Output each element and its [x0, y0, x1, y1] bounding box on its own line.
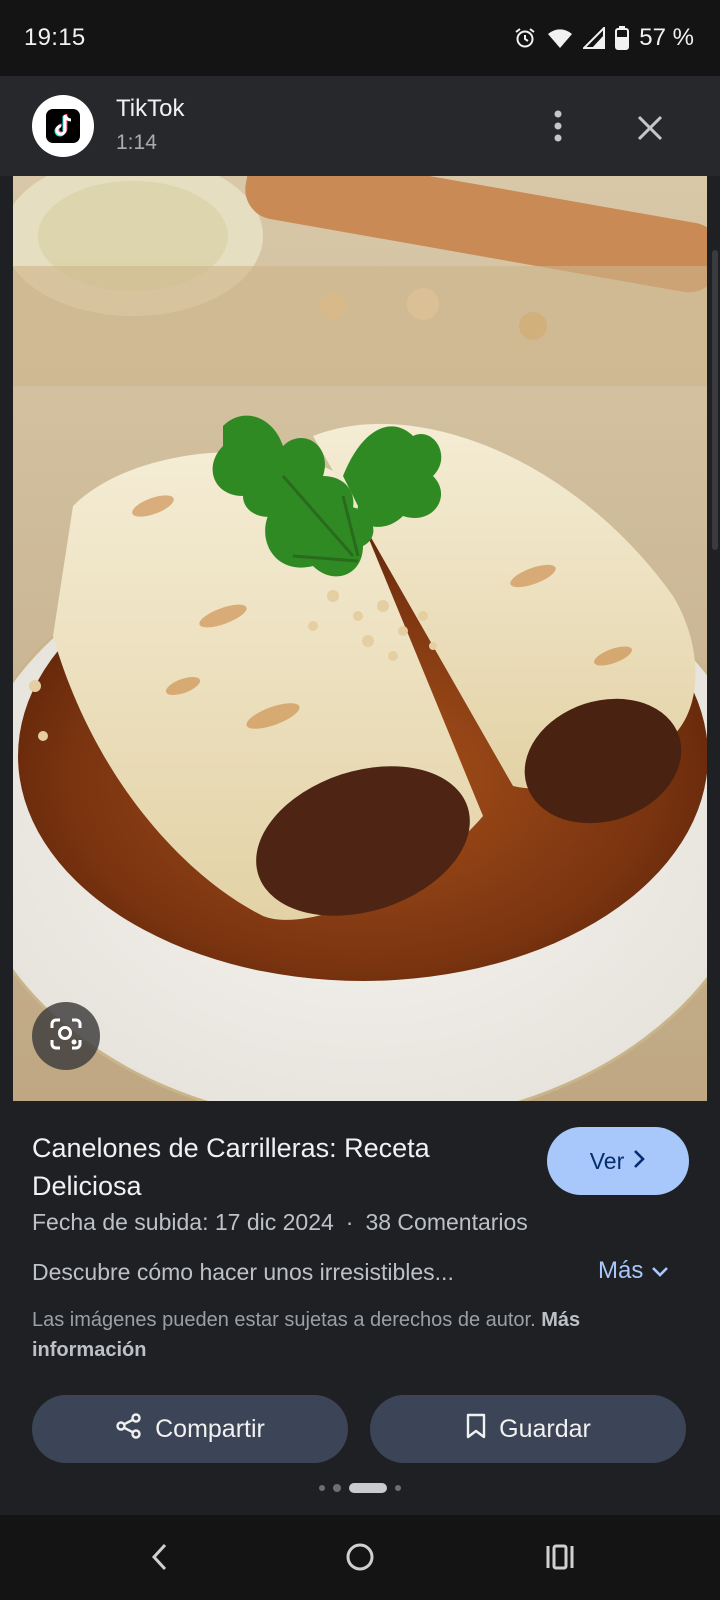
- carousel-dot: [333, 1484, 341, 1492]
- more-vert-icon[interactable]: [540, 106, 576, 146]
- alarm-icon: [513, 26, 537, 50]
- status-bar: 19:15 57 %: [0, 0, 720, 76]
- close-icon[interactable]: [628, 106, 672, 150]
- result-title[interactable]: Canelones de Carrilleras: Receta Delicio…: [32, 1129, 522, 1205]
- copyright-notice: Las imágenes pueden estar sujetas a dere…: [32, 1305, 692, 1365]
- scroll-indicator[interactable]: [712, 250, 718, 550]
- chevron-right-icon: [632, 1148, 646, 1175]
- carousel-dots: [0, 1483, 720, 1493]
- meta-separator: ·: [345, 1209, 354, 1235]
- source-header: TikTok 1:14: [0, 76, 720, 176]
- wifi-icon: [547, 27, 573, 49]
- result-description: Descubre cómo hacer unos irresistibles..…: [32, 1259, 454, 1285]
- food-photo: [13, 176, 707, 1101]
- result-meta: Fecha de subida: 17 dic 2024 · 38 Comentar…: [32, 1209, 528, 1236]
- status-icons: 57 %: [513, 24, 694, 52]
- carousel-dot-active: [349, 1483, 387, 1493]
- share-icon: [115, 1412, 143, 1447]
- result-image[interactable]: [13, 176, 707, 1101]
- save-button[interactable]: Guardar: [370, 1395, 686, 1463]
- view-button-label: Ver: [589, 1147, 625, 1174]
- tiktok-logo-icon[interactable]: [32, 95, 94, 157]
- video-duration: 1:14: [116, 131, 157, 154]
- header-text: TikTok 1:14: [116, 94, 184, 158]
- recents-icon[interactable]: [540, 1537, 580, 1577]
- save-label: Guardar: [499, 1414, 591, 1443]
- bookmark-icon: [465, 1412, 487, 1447]
- share-label: Compartir: [155, 1414, 265, 1443]
- battery-percent: 57 %: [639, 24, 694, 51]
- view-button[interactable]: Ver: [547, 1127, 689, 1195]
- comments-count: 38 Comentarios: [365, 1209, 528, 1235]
- home-icon[interactable]: [340, 1537, 380, 1577]
- status-time: 19:15: [24, 24, 86, 51]
- lens-search-button[interactable]: [32, 1002, 100, 1070]
- system-nav-bar: [0, 1515, 720, 1600]
- battery-icon: [615, 26, 630, 50]
- back-icon[interactable]: [140, 1537, 180, 1577]
- signal-icon: [583, 27, 606, 49]
- result-details: Canelones de Carrilleras: Receta Delicio…: [0, 1101, 720, 1515]
- carousel-dot: [395, 1485, 401, 1491]
- share-button[interactable]: Compartir: [32, 1395, 348, 1463]
- carousel-dot: [319, 1485, 325, 1491]
- more-button[interactable]: Más: [598, 1257, 669, 1285]
- source-name: TikTok: [116, 95, 185, 122]
- lens-search-icon: [49, 1017, 83, 1056]
- chevron-down-icon: [651, 1257, 669, 1285]
- copyright-text: Las imágenes pueden estar sujetas a dere…: [32, 1309, 536, 1331]
- upload-date: Fecha de subida: 17 dic 2024: [32, 1209, 334, 1235]
- more-label: Más: [598, 1257, 644, 1284]
